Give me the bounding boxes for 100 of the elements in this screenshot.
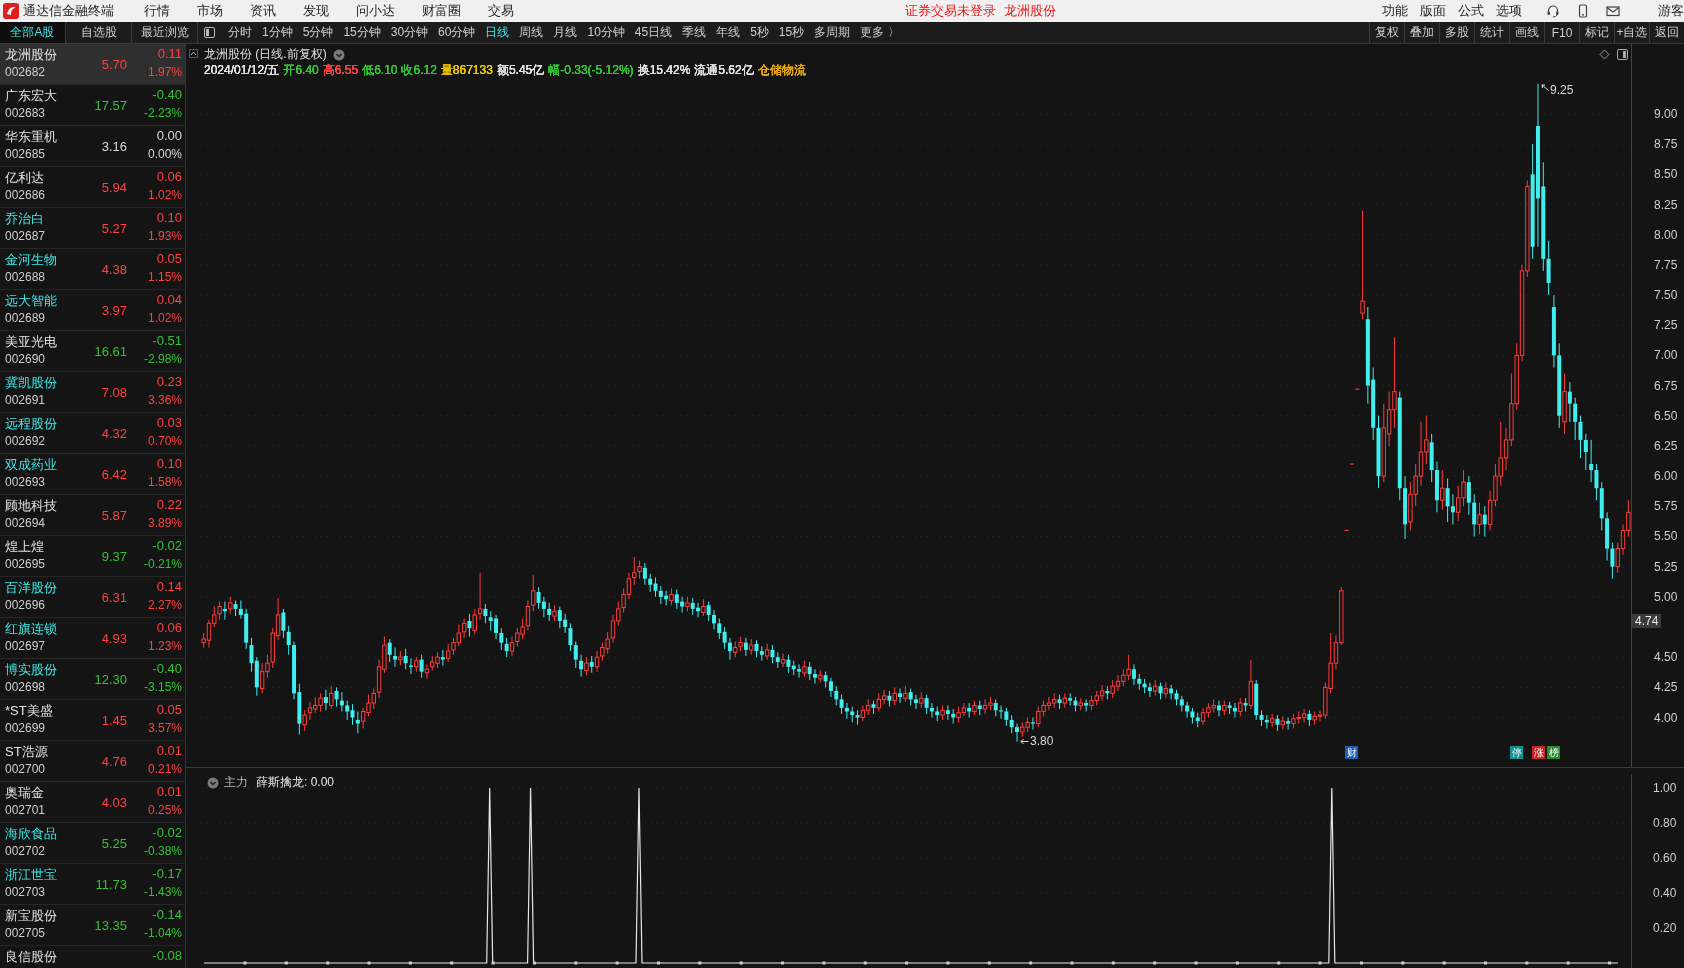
action-button[interactable]: 复权	[1369, 22, 1404, 43]
stock-row[interactable]: 奥瑞金 002701 4.03 0.01 0.25%	[0, 782, 185, 823]
candlestick	[786, 654, 791, 674]
stock-row[interactable]: 红旗连锁 002697 4.93 0.06 1.23%	[0, 618, 185, 659]
diamond-icon[interactable]	[1599, 49, 1610, 60]
mail-icon[interactable]	[1606, 4, 1620, 18]
stock-row[interactable]: 浙江世宝 002703 11.73 -0.17 -1.43%	[0, 864, 185, 905]
change-percent: 0.21%	[147, 762, 182, 778]
phone-icon[interactable]	[1576, 4, 1590, 18]
panel-icon[interactable]	[1617, 49, 1628, 60]
stock-price: 4.32	[101, 425, 127, 441]
price-change: -0.02	[152, 538, 182, 555]
candlestick	[345, 700, 350, 721]
event-badge[interactable]: 财	[1345, 746, 1358, 759]
period-tab[interactable]: 15分钟	[342, 24, 382, 41]
menu-item[interactable]: 交易	[488, 2, 514, 20]
stock-row[interactable]: 良信股份 -0.08	[0, 946, 185, 968]
stock-price: 4.03	[101, 794, 127, 810]
period-tab[interactable]: 分时	[227, 24, 253, 41]
stock-row[interactable]: 金河生物 002688 4.38 0.05 1.15%	[0, 249, 185, 290]
price-change: -0.40	[152, 87, 182, 104]
action-button[interactable]: 统计	[1474, 22, 1509, 43]
event-badge[interactable]: 榜	[1547, 746, 1560, 759]
stock-row[interactable]: 广东宏大 002683 17.57 -0.40 -2.23%	[0, 85, 185, 126]
menu-item[interactable]: 财富圈	[422, 2, 461, 20]
period-tab[interactable]: 5秒	[749, 24, 770, 41]
stock-row[interactable]: 远大智能 002689 3.97 0.04 1.02%	[0, 290, 185, 331]
period-tab[interactable]: 年线	[715, 24, 742, 41]
menu-item[interactable]: 资讯	[250, 2, 276, 20]
stock-row[interactable]: 乔治白 002687 5.27 0.10 1.93%	[0, 208, 185, 249]
chart-title: 龙洲股份 (日线.前复权)	[204, 46, 327, 63]
candlestick	[419, 654, 424, 679]
period-tab[interactable]: 5分钟	[301, 24, 335, 41]
action-button[interactable]: F10	[1544, 22, 1579, 43]
period-tab[interactable]: 1分钟	[261, 24, 294, 41]
period-tab[interactable]: 45日线	[633, 24, 674, 41]
period-tab[interactable]: 多周期	[813, 24, 852, 41]
stock-row[interactable]: 远程股份 002692 4.32 0.03 0.70%	[0, 413, 185, 454]
stock-row[interactable]: 亿利达 002686 5.94 0.06 1.02%	[0, 167, 185, 208]
event-badge[interactable]: 涨	[1532, 746, 1545, 759]
action-button[interactable]: 叠加	[1404, 22, 1439, 43]
action-button[interactable]: 画线	[1509, 22, 1544, 43]
action-button[interactable]: +自选	[1614, 22, 1649, 43]
period-tab[interactable]: 30分钟	[389, 24, 430, 41]
stock-row[interactable]: 华东重机 002685 3.16 0.00 0.00%	[0, 126, 185, 167]
candlestick	[281, 608, 286, 639]
headset-icon[interactable]	[1546, 4, 1560, 18]
period-tab[interactable]: 月线	[552, 24, 579, 41]
period-tab[interactable]: 60分钟	[437, 24, 477, 41]
stock-row[interactable]: 新宝股份 002705 13.35 -0.14 -1.04%	[0, 905, 185, 946]
candlestick	[1381, 403, 1387, 483]
tool-menu-item[interactable]: 公式	[1458, 2, 1484, 20]
action-button[interactable]: 多股	[1439, 22, 1474, 43]
stock-code: 002699	[5, 721, 46, 737]
candlestick	[499, 627, 504, 651]
list-tab[interactable]: 自选股	[66, 22, 132, 43]
candlestick	[350, 703, 355, 726]
candlestick	[387, 638, 392, 663]
period-tab[interactable]: 10分钟	[586, 24, 626, 41]
stock-row[interactable]: 美亚光电 002690 16.61 -0.51 -2.98%	[0, 331, 185, 372]
candlestick	[547, 602, 552, 622]
list-tab[interactable]: 全部A股	[0, 22, 66, 43]
more-button[interactable]: 更多 〉	[859, 24, 901, 41]
menu-item[interactable]: 发现	[303, 2, 329, 20]
menu-item[interactable]: 行情	[144, 2, 170, 20]
tool-menu-item[interactable]: 版面	[1420, 2, 1446, 20]
stock-row[interactable]: *ST美盛 002699 1.45 0.05 3.57%	[0, 700, 185, 741]
period-tab[interactable]: 季线	[681, 24, 708, 41]
price-change: 0.06	[156, 620, 182, 637]
tool-menu-item[interactable]: 功能	[1382, 2, 1408, 20]
period-tab[interactable]: 15秒	[777, 24, 806, 41]
change-percent: 0.00%	[147, 147, 182, 163]
period-tab[interactable]: 日线	[484, 24, 511, 41]
stock-row[interactable]: 百洋股份 002696 6.31 0.14 2.27%	[0, 577, 185, 618]
period-tab[interactable]: 周线	[518, 24, 545, 41]
quote-field: 仓储物流	[757, 62, 806, 79]
action-button[interactable]: 返回	[1649, 22, 1684, 43]
stock-row[interactable]: 海欣食品 002702 5.25 -0.02 -0.38%	[0, 823, 185, 864]
stock-name: 百洋股份	[5, 579, 57, 597]
stock-row[interactable]: 龙洲股份 002682 5.70 0.11 1.97%	[0, 44, 185, 85]
panel-toggle-icon[interactable]	[204, 27, 215, 38]
menu-item[interactable]: 问小达	[356, 2, 395, 20]
stock-row[interactable]: 冀凯股份 002691 7.08 0.23 3.36%	[0, 372, 185, 413]
stock-row[interactable]: 煌上煌 002695 9.37 -0.02 -0.21%	[0, 536, 185, 577]
stock-row[interactable]: ST浩源 002700 4.76 0.01 0.21%	[0, 741, 185, 782]
stock-row[interactable]: 顾地科技 002694 5.87 0.22 3.89%	[0, 495, 185, 536]
menu-item[interactable]: 市场	[197, 2, 223, 20]
candlestick	[525, 599, 531, 632]
stock-row[interactable]: 博实股份 002698 12.30 -0.40 -3.15%	[0, 659, 185, 700]
collapse-icon[interactable]	[189, 49, 198, 58]
event-badge[interactable]: 停	[1510, 746, 1523, 759]
candlestick	[1286, 717, 1291, 731]
list-tab[interactable]: 最近浏览	[132, 22, 198, 43]
axis-label: 8.00	[1654, 227, 1678, 242]
dropdown-icon[interactable]	[332, 48, 345, 61]
dropdown-icon[interactable]	[207, 776, 219, 789]
user-label[interactable]: 游客	[1658, 2, 1684, 20]
stock-row[interactable]: 双成药业 002693 6.42 0.10 1.58%	[0, 454, 185, 495]
tool-menu-item[interactable]: 选项	[1496, 2, 1522, 20]
action-button[interactable]: 标记	[1579, 22, 1614, 43]
